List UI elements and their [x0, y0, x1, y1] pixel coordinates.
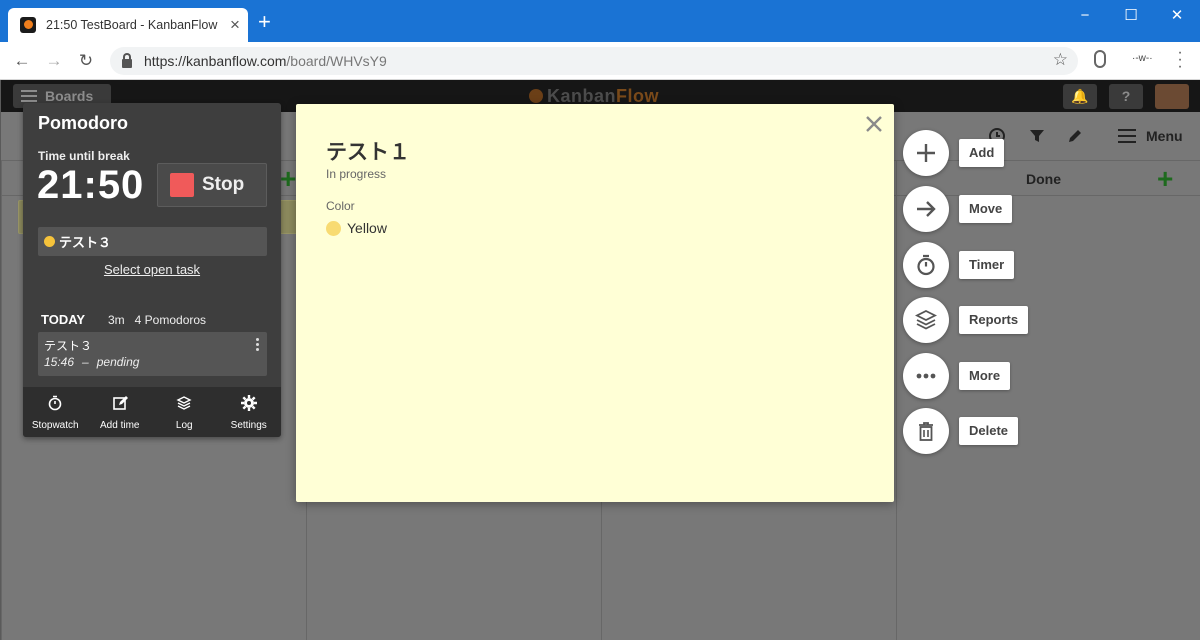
gear-icon [240, 395, 257, 411]
stop-square-icon [170, 173, 194, 197]
reports-action-label[interactable]: Reports [959, 306, 1029, 334]
filter-icon[interactable] [1028, 127, 1046, 145]
log-button[interactable]: Log [152, 387, 217, 437]
more-action-button[interactable] [903, 353, 949, 399]
time-until-break-label: Time until break [38, 149, 130, 163]
today-label: TODAY [41, 312, 86, 327]
extension-face-icon[interactable]: ·-w-· [1132, 53, 1153, 64]
board-column-done [896, 160, 1200, 640]
add-task-icon[interactable]: + [280, 165, 296, 193]
plus-icon [917, 144, 935, 162]
move-action-label[interactable]: Move [959, 195, 1013, 223]
color-selector[interactable]: Yellow [326, 220, 387, 236]
browser-menu-icon[interactable]: · · · [1170, 45, 1190, 75]
layers-icon [915, 309, 937, 330]
pencil-icon[interactable] [1066, 127, 1084, 145]
back-arrow-icon[interactable]: ← [10, 50, 34, 72]
kanbanflow-favicon-icon [20, 17, 36, 33]
pomodoro-timer: 21:50 [37, 163, 145, 207]
tab-title: 21:50 TestBoard - KanbanFlow [46, 18, 218, 32]
browser-titlebar: 21:50 TestBoard - KanbanFlow × + − ☐ ✕ [0, 0, 1200, 42]
logo-icon [529, 89, 543, 103]
column-title-done: Done [1026, 171, 1061, 187]
color-label: Color [326, 199, 355, 213]
bookmark-star-icon[interactable]: ☆ [1053, 50, 1068, 70]
add-task-done-icon[interactable]: + [1157, 165, 1173, 193]
address-bar[interactable]: https://kanbanflow.com/board/WHVsY9 ☆ [110, 47, 1078, 75]
color-swatch-icon [326, 220, 341, 236]
edit-icon [112, 396, 128, 410]
trash-icon [919, 422, 933, 441]
new-tab-button[interactable]: + [258, 11, 271, 33]
forward-arrow-icon[interactable]: → [42, 50, 66, 72]
timer-icon [917, 254, 935, 276]
bell-icon[interactable]: 🔔 [1063, 84, 1097, 109]
stopwatch-icon [48, 395, 62, 411]
layers-icon [176, 396, 192, 410]
browser-tab[interactable]: 21:50 TestBoard - KanbanFlow × [8, 8, 248, 42]
select-open-task-link[interactable]: Select open task [23, 262, 281, 277]
extension-mouse-icon[interactable] [1094, 50, 1106, 68]
today-stats: 3m 4 Pomodoros [108, 313, 207, 327]
stopwatch-button[interactable]: Stopwatch [23, 387, 88, 437]
reports-action-button[interactable] [903, 297, 949, 343]
close-window-button[interactable]: ✕ [1154, 5, 1200, 27]
task-dialog: テスト１ In progress Color Yellow [296, 104, 894, 502]
move-action-button[interactable] [903, 186, 949, 232]
close-icon[interactable] [864, 114, 884, 134]
add-action-label[interactable]: Add [959, 139, 1005, 167]
more-action-label[interactable]: More [959, 362, 1011, 390]
hamburger-icon [21, 90, 37, 102]
log-entry-time: 15:46– pending [44, 355, 140, 369]
yellow-dot-icon [44, 236, 55, 247]
maximize-button[interactable]: ☐ [1108, 5, 1154, 27]
delete-action-label[interactable]: Delete [959, 417, 1019, 445]
more-icon [916, 373, 936, 379]
board-menu-button[interactable]: Menu [1118, 128, 1183, 144]
pomodoro-title: Pomodoro [38, 113, 128, 133]
delete-action-button[interactable] [903, 408, 949, 454]
avatar[interactable] [1155, 84, 1189, 109]
current-task[interactable]: テスト３ [38, 227, 267, 256]
lock-icon [122, 52, 132, 68]
pomodoro-footer: Stopwatch Add time Log Settings [23, 387, 281, 437]
minimize-button[interactable]: − [1062, 5, 1108, 27]
hamburger-icon [1118, 129, 1136, 143]
tab-close-icon[interactable]: × [222, 15, 248, 35]
help-icon[interactable]: ? [1109, 84, 1143, 109]
log-entry[interactable]: テスト３ 15:46– pending [38, 332, 267, 376]
add-action-button[interactable] [903, 130, 949, 176]
log-entry-task: テスト３ [44, 339, 93, 353]
task-title[interactable]: テスト１ [326, 136, 410, 166]
task-status[interactable]: In progress [326, 167, 386, 181]
pomodoro-panel: Pomodoro Time until break 21:50 Stop テスト… [23, 103, 281, 437]
arrow-right-icon [917, 201, 936, 217]
settings-button[interactable]: Settings [217, 387, 282, 437]
add-time-button[interactable]: Add time [88, 387, 153, 437]
timer-action-button[interactable] [903, 242, 949, 288]
stop-button[interactable]: Stop [157, 163, 267, 207]
reload-icon[interactable]: ↻ [74, 50, 98, 72]
timer-action-label[interactable]: Timer [959, 251, 1015, 279]
browser-toolbar: ← → ↻ https://kanbanflow.com/board/WHVsY… [0, 42, 1200, 80]
url-text: https://kanbanflow.com/board/WHVsY9 [144, 53, 387, 69]
more-vertical-icon[interactable] [256, 338, 260, 353]
